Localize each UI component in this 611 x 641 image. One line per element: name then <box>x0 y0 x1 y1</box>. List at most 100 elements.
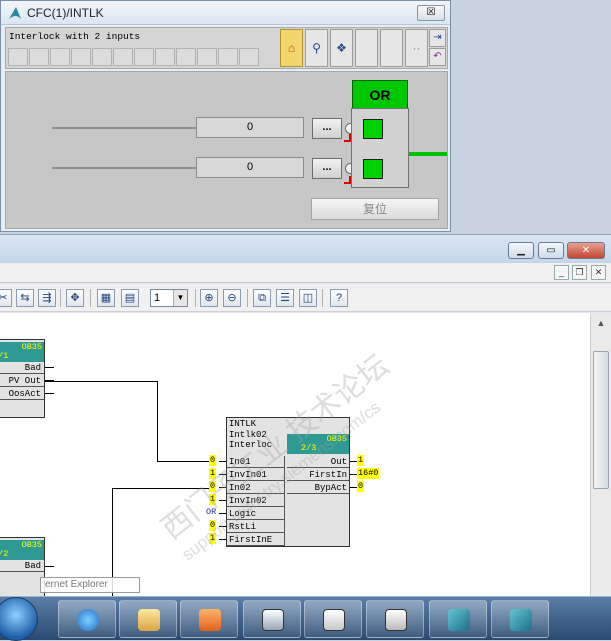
intlk-input-value[interactable]: 1 <box>209 468 217 479</box>
left-block-1-run: 2/1 <box>0 351 9 361</box>
intlk-input-value[interactable]: 1 <box>209 494 217 505</box>
taskbar-app-explorer[interactable] <box>119 600 177 638</box>
faceplate-toolbar-cell <box>176 48 196 66</box>
faceplate-toolbar-cell <box>113 48 133 66</box>
faceplate-toolbar-cell <box>134 48 154 66</box>
taskbar-app-wincc-runtime[interactable] <box>491 600 549 638</box>
reset-button[interactable]: 复位 <box>311 198 439 220</box>
toolbar-separator <box>195 289 196 307</box>
connect-icon[interactable]: ⇆ <box>16 289 34 307</box>
intlk-input-value[interactable]: 0 <box>209 481 217 492</box>
taskbar-app-cfc[interactable] <box>366 600 424 638</box>
mdi-close-button[interactable]: ✕ <box>591 265 606 280</box>
cfc-toolbar: ✂ ⇆ ⇶ ✥ ▦ ▤ 1 ▼ ⊕ ⊖ ⧉ ☰ ◫ ? <box>0 284 611 312</box>
taskbar-app-hw-config[interactable] <box>304 600 362 638</box>
zoom-in-icon[interactable]: ⊕ <box>200 289 218 307</box>
intlk-ob-header: OB35 2/3 <box>287 434 349 454</box>
taskbar-app-simatic-manager[interactable] <box>243 600 301 638</box>
help-icon[interactable]: ? <box>330 289 348 307</box>
left-block-1-pin[interactable]: OosAct <box>0 388 44 400</box>
cfc-chart-canvas[interactable]: OB35 2/1 Bad PV Out OosAct OB35 2/2 Bad <box>0 313 590 597</box>
empty-view-button[interactable] <box>355 29 378 67</box>
view-button[interactable]: ❖ <box>330 29 353 67</box>
close-button[interactable]: ✕ <box>567 242 605 259</box>
split-vertical-icon[interactable]: ◫ <box>299 289 317 307</box>
sheet-icon[interactable]: ▤ <box>121 289 139 307</box>
left-block-2[interactable]: OB35 2/2 Bad <box>0 537 45 597</box>
taskbar-app-wincc[interactable] <box>429 600 487 638</box>
intlk-block[interactable]: INTLK Intlk02 Interloc OB35 2/3 In01 Inv… <box>226 417 350 547</box>
disconnect-icon[interactable]: ⇶ <box>38 289 56 307</box>
intlk-header: INTLK Intlk02 Interloc <box>229 419 272 451</box>
faceplate-body: 0 ... 0 ... OR 复位 <box>5 71 448 229</box>
intlk-output-value[interactable]: 1 <box>357 455 365 466</box>
chevron-down-icon[interactable]: ▼ <box>173 290 187 306</box>
output-line <box>409 152 447 156</box>
intlk-output-value[interactable]: 16#0 <box>357 468 380 479</box>
wire <box>219 526 226 527</box>
back-icon[interactable]: ↶ <box>429 48 446 66</box>
intlk-inputs: In01 InvIn01 In02 InvIn02 Logic RstLi Fi… <box>227 456 285 546</box>
pin-icon[interactable]: ⇥ <box>429 29 446 47</box>
scrollbar-thumb[interactable] <box>593 351 609 489</box>
overview-icon[interactable]: ⧉ <box>253 289 271 307</box>
vertical-scrollbar[interactable]: ▲ <box>590 313 611 597</box>
input-2-more-button[interactable]: ... <box>312 158 342 179</box>
intlk-input-pin[interactable]: InvIn02 <box>227 495 285 507</box>
faceplate-titlebar: CFC(1)/INTLK ☒ <box>1 1 450 25</box>
more-views-button[interactable]: ·· <box>405 29 428 67</box>
input-2-value[interactable]: 0 <box>196 157 304 178</box>
faceplate-close-button[interactable]: ☒ <box>417 5 445 21</box>
internet-explorer-icon <box>77 609 99 631</box>
faceplate-toolbar-cell <box>218 48 238 66</box>
intlk-output-pin[interactable]: BypAct <box>287 482 349 494</box>
faceplate-toolbar-cell <box>92 48 112 66</box>
expand-icon[interactable]: ✥ <box>66 289 84 307</box>
home-button[interactable]: ⌂ <box>280 29 303 67</box>
intlk-input-value[interactable]: OR <box>206 507 216 517</box>
input-1-value[interactable]: 0 <box>196 117 304 138</box>
table-icon[interactable]: ▦ <box>97 289 115 307</box>
taskbar-app-media[interactable] <box>180 600 238 638</box>
split-horizontal-icon[interactable]: ☰ <box>276 289 294 307</box>
intlk-input-pin[interactable]: FirstInE <box>227 534 285 546</box>
intlk-input-pin[interactable]: InvIn01 <box>227 469 285 481</box>
left-block-1-pin[interactable]: PV Out <box>0 375 44 387</box>
mdi-minimize-button[interactable]: _ <box>554 265 569 280</box>
left-block-2-pin[interactable]: Bad <box>0 560 44 572</box>
minimize-button[interactable]: ▁ <box>508 242 534 259</box>
intlk-input-pin[interactable]: Logic <box>227 508 285 520</box>
intlk-input-pin[interactable]: RstLi <box>227 521 285 533</box>
left-block-1[interactable]: OB35 2/1 Bad PV Out OosAct <box>0 339 45 418</box>
scroll-up-icon[interactable]: ▲ <box>594 316 608 330</box>
faceplate-toolbar-cell <box>197 48 217 66</box>
logic-label: OR <box>352 80 408 110</box>
zoom-out-icon[interactable]: ⊖ <box>223 289 241 307</box>
input-1-more-button[interactable]: ... <box>312 118 342 139</box>
mdi-restore-button[interactable]: ❐ <box>572 265 587 280</box>
wire <box>219 500 226 501</box>
cut-icon[interactable]: ✂ <box>0 289 12 307</box>
cfc-editor-window: ▁ ▭ ✕ _ ❐ ✕ ✂ ⇆ ⇶ ✥ ▦ ▤ 1 ▼ ⊕ ⊖ ⧉ ☰ ◫ ? … <box>0 234 611 597</box>
media-player-icon <box>199 609 221 631</box>
cfc-editor-titlebar: ▁ ▭ ✕ <box>0 235 611 263</box>
start-button[interactable] <box>0 597 38 641</box>
intlk-input-pin[interactable]: In01 <box>227 456 285 468</box>
maximize-button[interactable]: ▭ <box>538 242 564 259</box>
intlk-input-value[interactable]: 0 <box>209 520 217 531</box>
intlk-input-value[interactable]: 1 <box>209 533 217 544</box>
taskbar <box>0 596 611 641</box>
intlk-input-pin[interactable]: In02 <box>227 482 285 494</box>
taskbar-app-ie[interactable] <box>58 600 116 638</box>
left-block-1-header: OB35 2/1 <box>0 342 44 362</box>
intlk-input-value[interactable]: 0 <box>209 455 217 466</box>
intlk-output-pin[interactable]: FirstIn <box>287 469 349 481</box>
zoom-select[interactable]: 1 ▼ <box>150 289 188 307</box>
trend-button[interactable]: ⚲ <box>305 29 328 67</box>
intlk-output-pin[interactable]: Out <box>287 456 349 468</box>
left-block-1-pin[interactable]: Bad <box>0 362 44 374</box>
intlk-comment: Interloc <box>229 440 273 450</box>
toolbar-separator <box>322 289 323 307</box>
empty-view-button[interactable] <box>380 29 403 67</box>
intlk-output-value[interactable]: 0 <box>357 481 365 492</box>
